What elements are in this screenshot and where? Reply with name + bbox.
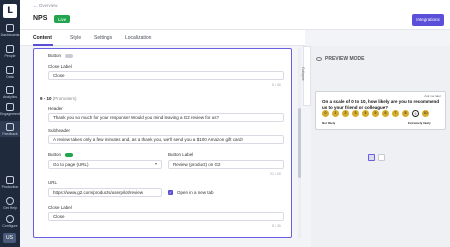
scroll-thumb[interactable]	[298, 108, 301, 178]
sidebar-item-get-help[interactable]: Get Help	[0, 197, 20, 210]
button-toggle[interactable]	[65, 152, 73, 157]
analytics-icon	[6, 86, 14, 94]
content-panel: Button Close Label Close 5 / 40 9 - 10 (…	[33, 48, 292, 238]
button-label-input[interactable]: Review (product) on G2	[168, 160, 284, 169]
gear-icon	[6, 215, 14, 223]
desktop-view-button[interactable]	[368, 154, 375, 161]
nps-score-3[interactable]: 3	[352, 110, 359, 117]
tab-bar: Content Style Settings Localization	[20, 30, 305, 46]
new-tab-checkbox[interactable]: ✓	[168, 190, 173, 195]
nps-score-5[interactable]: 5	[372, 110, 379, 117]
integrations-button[interactable]: Integrations	[412, 14, 444, 26]
tab-style[interactable]: Style	[70, 35, 81, 41]
high-label: Extremely likely	[408, 121, 431, 125]
close-label-title: Close Label	[48, 64, 72, 69]
sidebar-item-data[interactable]: Data	[0, 66, 20, 79]
new-tab-label: Open in a new tab	[177, 190, 214, 195]
back-link[interactable]: ← Overview	[33, 3, 58, 8]
dashboard-icon	[6, 24, 14, 32]
close-label-counter: 5 / 40	[272, 83, 281, 87]
sidebar-item-people[interactable]: People	[0, 45, 20, 58]
sidebar-item-analytics[interactable]: Analytics	[0, 86, 20, 99]
mobile-view-button[interactable]	[378, 154, 385, 161]
first-button-toggle[interactable]	[65, 53, 73, 58]
nps-score-10[interactable]: 10	[422, 110, 429, 117]
preview-panel: PREVIEW MODE Ask me later On a scale of …	[311, 46, 450, 247]
collapse-label: Collapse	[301, 67, 305, 81]
feedback-icon	[6, 123, 14, 131]
collapse-preview-button[interactable]: Collapse	[301, 46, 311, 106]
sidebar-item-production[interactable]: Production	[0, 176, 20, 189]
tab-localization[interactable]: Localization	[125, 35, 151, 41]
nps-score-2[interactable]: 2	[342, 110, 349, 117]
app-logo[interactable]: L	[3, 4, 17, 18]
tab-content[interactable]: Content	[33, 35, 52, 41]
subheader-label: Subheader	[48, 128, 71, 133]
button-action-select[interactable]: Go to page (URL)	[48, 160, 162, 169]
button-label-counter: 21 / 40	[270, 172, 281, 176]
people-icon	[6, 45, 14, 53]
page-header: ← Overview NPS Live Integrations	[20, 0, 450, 30]
close-label2-input[interactable]: Close	[48, 212, 284, 221]
section-title: 9 - 10 (Promoters)	[40, 96, 77, 101]
tab-settings[interactable]: Settings	[94, 35, 112, 41]
section-title-text: 9 - 10	[40, 96, 52, 101]
sidebar-item-feedback[interactable]: Feedback	[0, 121, 20, 137]
engagement-icon	[6, 103, 14, 111]
nps-question: On a scale of 0 to 10, how likely are yo…	[322, 99, 440, 110]
ask-later-link[interactable]: Ask me later	[424, 94, 441, 98]
nps-score-4[interactable]: 4	[362, 110, 369, 117]
button-label: Button	[48, 152, 62, 157]
close-label2-title: Close Label	[48, 205, 72, 210]
sidebar-item-engagement[interactable]: Engagement	[0, 103, 20, 116]
sidebar-item-dashboards[interactable]: Dashboards	[0, 24, 20, 37]
status-badge: Live	[54, 15, 71, 23]
button-label-title: Button Label	[168, 152, 194, 157]
subheader-input[interactable]: A review takes only a few minutes and, a…	[48, 135, 284, 144]
first-button-label: Button	[48, 53, 62, 58]
avatar[interactable]: US	[3, 233, 16, 243]
preview-header: PREVIEW MODE	[311, 54, 450, 66]
header-input[interactable]: Thank you so much for your response! Wou…	[48, 113, 284, 122]
active-tab-indicator	[33, 44, 53, 46]
nps-score-0[interactable]: 0	[322, 110, 329, 117]
nps-score-7[interactable]: 7	[392, 110, 399, 117]
chevron-down-icon: ▾	[155, 161, 158, 166]
nps-survey-card: Ask me later On a scale of 0 to 10, how …	[315, 91, 446, 130]
nps-score-9[interactable]: 9	[412, 110, 419, 117]
grid-icon	[6, 176, 14, 184]
sidebar: L Dashboards People Data Analytics Engag…	[0, 0, 20, 247]
page-title: NPS	[33, 15, 48, 22]
url-label: URL	[48, 180, 58, 185]
section-subtitle: (Promoters)	[52, 96, 77, 101]
preview-mode-label: PREVIEW MODE	[325, 56, 365, 62]
nps-score-1[interactable]: 1	[332, 110, 339, 117]
sidebar-item-configure[interactable]: Configure	[0, 215, 20, 228]
close-label-input[interactable]: Close	[48, 71, 284, 80]
low-label: Not likely	[322, 121, 336, 125]
header-label: Header	[48, 106, 63, 111]
data-icon	[6, 66, 14, 74]
close-label2-counter: 5 / 40	[272, 224, 281, 228]
nps-score-6[interactable]: 6	[382, 110, 389, 117]
help-icon	[6, 197, 14, 205]
nps-score-8[interactable]: 8	[402, 110, 409, 117]
eye-icon	[316, 57, 322, 61]
url-input[interactable]: https://www.g2.com/products/userpilot/re…	[48, 188, 162, 197]
